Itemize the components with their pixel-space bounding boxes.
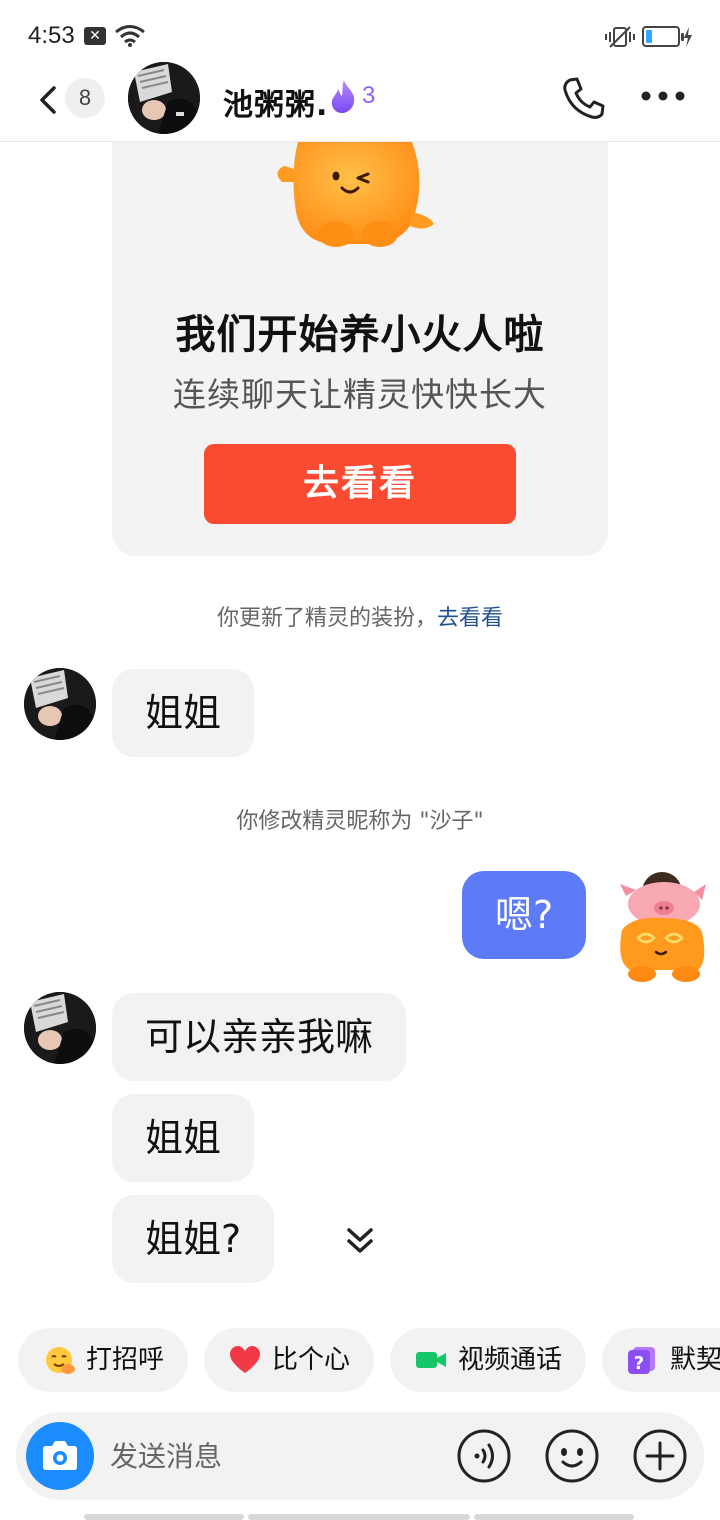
plus-icon[interactable] bbox=[632, 1428, 688, 1484]
my-message-bubble[interactable]: 嗯? bbox=[462, 871, 587, 959]
wifi-icon bbox=[115, 25, 145, 47]
go-see-button[interactable]: 去看看 bbox=[204, 444, 516, 524]
close-box-icon: ✕ bbox=[84, 27, 106, 45]
my-spirit-avatar[interactable] bbox=[612, 870, 710, 984]
notice-text: 你更新了精灵的装扮， bbox=[216, 606, 437, 631]
chip-label: 比个心 bbox=[272, 1345, 351, 1375]
back-icon[interactable] bbox=[30, 80, 70, 120]
message-input-bar bbox=[16, 1412, 704, 1500]
chip-label: 视频通话 bbox=[458, 1345, 563, 1375]
question-card-icon: ? bbox=[628, 1347, 655, 1374]
keyboard-hint-bar bbox=[248, 1514, 470, 1520]
contact-avatar[interactable] bbox=[128, 62, 200, 134]
system-notice-nickname: 你修改精灵昵称为 "沙子" bbox=[236, 809, 484, 834]
sender-avatar[interactable] bbox=[24, 668, 96, 740]
chip-label: 默契 bbox=[670, 1345, 720, 1375]
svg-text:?: ? bbox=[634, 1353, 644, 1374]
keyboard-hint-bar bbox=[474, 1514, 634, 1520]
status-time: 4:53 bbox=[28, 22, 75, 49]
phone-icon[interactable] bbox=[560, 74, 608, 122]
chat-header: 8 池粥粥. 3 bbox=[0, 60, 720, 142]
card-title: 我们开始养小火人啦 bbox=[175, 312, 545, 358]
heart-icon bbox=[230, 1346, 260, 1373]
notice-link[interactable]: 去看看 bbox=[437, 606, 503, 631]
video-camera-icon bbox=[416, 1352, 446, 1368]
vibrate-icon bbox=[605, 26, 635, 48]
quick-reply-row: 打招呼 比个心 视频通话 ? 默契 bbox=[0, 1328, 720, 1392]
quick-reply-heart[interactable]: 比个心 bbox=[204, 1328, 374, 1392]
chevron-double-down-icon[interactable] bbox=[344, 1222, 376, 1258]
fire-spirit-mascot bbox=[277, 142, 434, 247]
chip-label: 打招呼 bbox=[86, 1345, 165, 1375]
more-dots-icon[interactable] bbox=[640, 86, 686, 106]
message-input[interactable] bbox=[110, 1434, 440, 1478]
sender-avatar[interactable] bbox=[24, 992, 96, 1064]
streak-count: 3 bbox=[362, 82, 376, 109]
flame-icon[interactable] bbox=[328, 78, 358, 114]
hug-emoji-icon bbox=[46, 1347, 75, 1374]
contact-name[interactable]: 池粥粥. bbox=[223, 80, 328, 124]
camera-button[interactable] bbox=[26, 1422, 94, 1490]
voice-icon[interactable] bbox=[456, 1428, 512, 1484]
camera-icon bbox=[43, 1441, 77, 1470]
emoji-icon[interactable] bbox=[544, 1428, 600, 1484]
system-notice-outfit: 你更新了精灵的装扮，去看看 bbox=[0, 600, 720, 632]
quick-reply-greet[interactable]: 打招呼 bbox=[18, 1328, 188, 1392]
spirit-card: 我们开始养小火人啦 连续聊天让精灵快快长大 去看看 bbox=[112, 142, 608, 556]
message-bubble[interactable]: 可以亲亲我嘛 bbox=[112, 993, 407, 1081]
quick-reply-tacit[interactable]: ? 默契 bbox=[602, 1328, 720, 1392]
battery-icon bbox=[642, 26, 684, 47]
message-bubble[interactable]: 姐姐? bbox=[112, 1195, 275, 1283]
quick-reply-video[interactable]: 视频通话 bbox=[390, 1328, 586, 1392]
message-bubble[interactable]: 姐姐 bbox=[112, 1094, 255, 1182]
unread-badge[interactable]: 8 bbox=[65, 78, 105, 118]
message-bubble[interactable]: 姐姐 bbox=[112, 669, 255, 757]
keyboard-hint-bar bbox=[84, 1514, 244, 1520]
card-subtitle: 连续聊天让精灵快快长大 bbox=[173, 375, 547, 414]
charging-bolt-icon bbox=[684, 27, 692, 47]
